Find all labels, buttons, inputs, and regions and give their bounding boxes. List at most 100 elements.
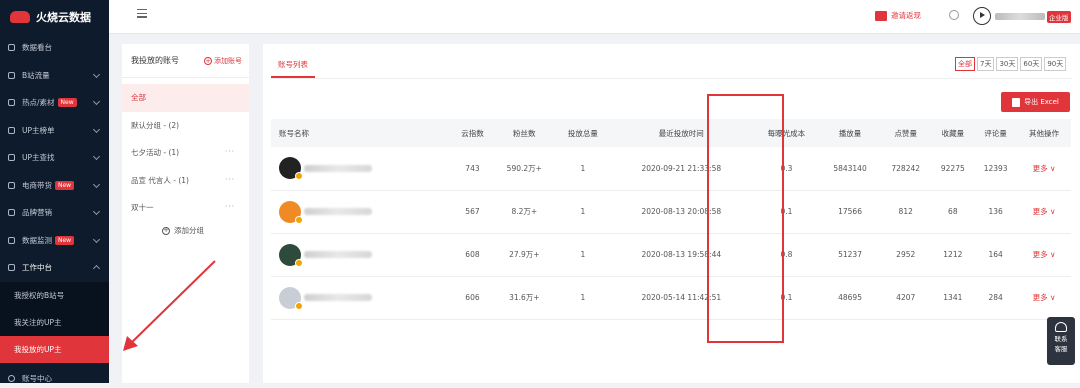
plus-circle-icon: +: [204, 56, 212, 65]
range-option[interactable]: 60天: [1020, 57, 1043, 71]
menu-toggle-icon[interactable]: [137, 9, 147, 19]
account-avatar: [279, 157, 303, 181]
username-blurred[interactable]: [995, 13, 1045, 20]
traffic-icon: [8, 71, 15, 79]
sidebar-item-8[interactable]: 工作中台: [0, 254, 109, 282]
group-item[interactable]: 默认分组 - (2): [122, 112, 249, 140]
column-header: 每曝光成本: [752, 119, 821, 147]
user-avatar[interactable]: [973, 7, 991, 25]
table-row[interactable]: 608 27.9万+ 1 2020-08-13 19:58:44 0.8 51237 295…: [271, 233, 1071, 277]
column-header: 投放总量: [555, 119, 610, 147]
sidebar-item-0[interactable]: 数据看台: [0, 34, 109, 62]
cell-total: 1: [555, 233, 610, 277]
more-actions-dropdown[interactable]: 更多 ∨: [1017, 276, 1071, 320]
account-name[interactable]: [279, 286, 452, 310]
add-group-button[interactable]: + 添加分组: [122, 222, 249, 240]
user-icon: [8, 374, 15, 382]
panel-header: 我投放的账号 + 添加账号: [122, 44, 249, 78]
account-cell[interactable]: [271, 233, 453, 277]
more-actions-dropdown[interactable]: 更多 ∨: [1017, 233, 1071, 277]
column-header: 评论量: [974, 119, 1018, 147]
range-option[interactable]: 7天: [977, 57, 995, 71]
sidebar-subitem-1[interactable]: 我关注的UP主: [0, 308, 109, 336]
chart-icon: [8, 126, 15, 134]
more-actions-dropdown[interactable]: 更多 ∨: [1017, 147, 1071, 191]
table-row[interactable]: 743 590.2万+ 1 2020-09-21 21:33:58 0.3 5843140…: [271, 147, 1071, 191]
column-header: 最近投放时间: [609, 119, 753, 147]
account-cell[interactable]: [271, 147, 453, 191]
cell-comments: 12393: [974, 147, 1018, 191]
cell-fans: 31.6万+: [492, 276, 556, 320]
account-name-blurred: [304, 294, 372, 301]
sidebar-item-5[interactable]: 电商带货 New: [0, 172, 109, 200]
cell-plays: 48695: [820, 276, 881, 320]
range-option[interactable]: 30天: [996, 57, 1019, 71]
sidebar-item-7[interactable]: 数据监测 New: [0, 227, 109, 255]
group-label: 品宣 代言人 - (1): [131, 175, 189, 185]
range-option[interactable]: 90天: [1044, 57, 1067, 71]
cell-plays: 5843140: [820, 147, 881, 191]
account-group-panel: 我投放的账号 + 添加账号 全部 默认分组 - (2) 七夕活动 - (1) ··· 品宣…: [122, 44, 249, 383]
cell-total: 1: [555, 276, 610, 320]
cell-likes: 728242: [880, 147, 932, 191]
sidebar-subitem-2[interactable]: 我投放的UP主: [0, 335, 109, 363]
table-row[interactable]: 606 31.6万+ 1 2020-05-14 11:42:51 0.1 48695 420…: [271, 276, 1071, 320]
account-table: 账号名称 云指数 粉丝数 投放总量 最近投放时间 每曝光成本 播放量 点赞量 收藏量 评论量 其他操…: [271, 119, 1071, 320]
sidebar-item-4[interactable]: UP主查找: [0, 144, 109, 172]
headset-icon: [1055, 322, 1067, 332]
account-name[interactable]: [279, 243, 452, 267]
date-range-selector: 全部 7天 30天 60天 90天: [955, 57, 1067, 71]
range-option[interactable]: 全部: [955, 57, 975, 71]
help-icon[interactable]: [949, 10, 959, 20]
group-item[interactable]: 七夕活动 - (1) ···: [122, 139, 249, 167]
account-cell[interactable]: [271, 276, 453, 320]
account-name-blurred: [304, 208, 372, 215]
sidebar-item-1[interactable]: B站流量: [0, 62, 109, 90]
group-item[interactable]: 全部: [122, 84, 249, 112]
group-item[interactable]: 双十一 ···: [122, 194, 249, 222]
table-row[interactable]: 567 8.2万+ 1 2020-08-13 20:08:58 0.1 17566 812 6…: [271, 190, 1071, 234]
cloud-logo-icon: [10, 11, 30, 23]
more-options-icon[interactable]: ···: [225, 175, 235, 184]
invite-button[interactable]: 邀请返现: [875, 10, 921, 21]
account-name[interactable]: [279, 200, 452, 224]
account-avatar: [279, 200, 303, 224]
chevron-down-icon: [92, 125, 101, 133]
cart-icon: [8, 181, 15, 189]
account-cell[interactable]: [271, 190, 453, 234]
group-label: 双十一: [131, 203, 154, 213]
logo[interactable]: 火烧云数据: [0, 0, 109, 34]
cell-fans: 27.9万+: [492, 233, 556, 277]
account-name[interactable]: [279, 157, 452, 181]
more-actions-dropdown[interactable]: 更多 ∨: [1017, 190, 1071, 234]
sidebar-item-label: UP主榜单: [22, 125, 55, 135]
cell-likes: 4207: [880, 276, 932, 320]
sidebar-item-label: 热点/素材: [22, 98, 55, 108]
cell-likes: 2952: [880, 233, 932, 277]
sidebar-item-6[interactable]: 品牌营销: [0, 199, 109, 227]
more-options-icon[interactable]: ···: [225, 147, 235, 156]
main-panel: 账号列表 全部 7天 30天 60天 90天 导出 Excel 账号名称 云指数 粉丝数 投放…: [263, 44, 1080, 383]
group-item[interactable]: 品宣 代言人 - (1) ···: [122, 167, 249, 195]
sidebar-subitem-0[interactable]: 我授权的B站号: [0, 281, 109, 309]
cell-favorites: 68: [931, 190, 975, 234]
cell-cost: 0.3: [752, 147, 821, 191]
chevron-down-icon: [92, 152, 101, 161]
cell-last-time: 2020-08-13 19:58:44: [609, 233, 753, 277]
export-excel-button[interactable]: 导出 Excel: [1001, 92, 1070, 112]
chevron-up-icon: [92, 264, 101, 273]
customer-service-button[interactable]: 联系 客服: [1047, 317, 1075, 365]
sidebar-item-account-center[interactable]: 账号中心: [0, 368, 109, 388]
cell-cost: 0.1: [752, 276, 821, 320]
tab-account-list[interactable]: 账号列表: [271, 56, 315, 78]
new-badge: New: [55, 235, 75, 245]
gift-icon: [875, 10, 887, 21]
add-account-button[interactable]: + 添加账号: [204, 56, 242, 66]
account-avatar: [279, 286, 303, 310]
sidebar-item-3[interactable]: UP主榜单: [0, 117, 109, 145]
cell-last-time: 2020-08-13 20:08:58: [609, 190, 753, 234]
grid-icon: [8, 264, 15, 272]
sidebar-item-2[interactable]: 热点/素材 New: [0, 89, 109, 117]
cell-last-time: 2020-05-14 11:42:51: [609, 276, 753, 320]
more-options-icon[interactable]: ···: [225, 202, 235, 211]
